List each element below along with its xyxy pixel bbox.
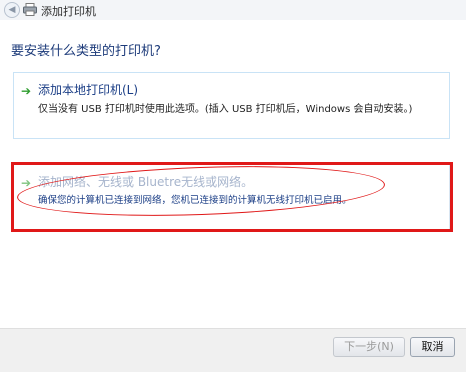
page-heading: 要安装什么类型的打印机? — [11, 44, 161, 59]
title-bar: ◀ 添加打印机 — [0, 0, 466, 20]
green-arrow-icon: ➔ — [21, 84, 32, 98]
add-local-printer-option[interactable]: ➔ 添加本地打印机(L) 仅当没有 USB 打印机时使用此选项。(插入 USB … — [13, 72, 450, 139]
next-button[interactable]: 下一步(N) — [333, 337, 405, 357]
option-description: 仅当没有 USB 打印机时使用此选项。(插入 USB 打印机后，Windows … — [38, 104, 413, 115]
option-title: 添加本地打印机(L) — [38, 83, 139, 97]
back-arrow-icon[interactable]: ◀ — [4, 2, 20, 18]
window-title: 添加打印机 — [41, 5, 96, 18]
printer-icon — [23, 3, 37, 16]
cancel-button[interactable]: 取消 — [410, 337, 455, 357]
